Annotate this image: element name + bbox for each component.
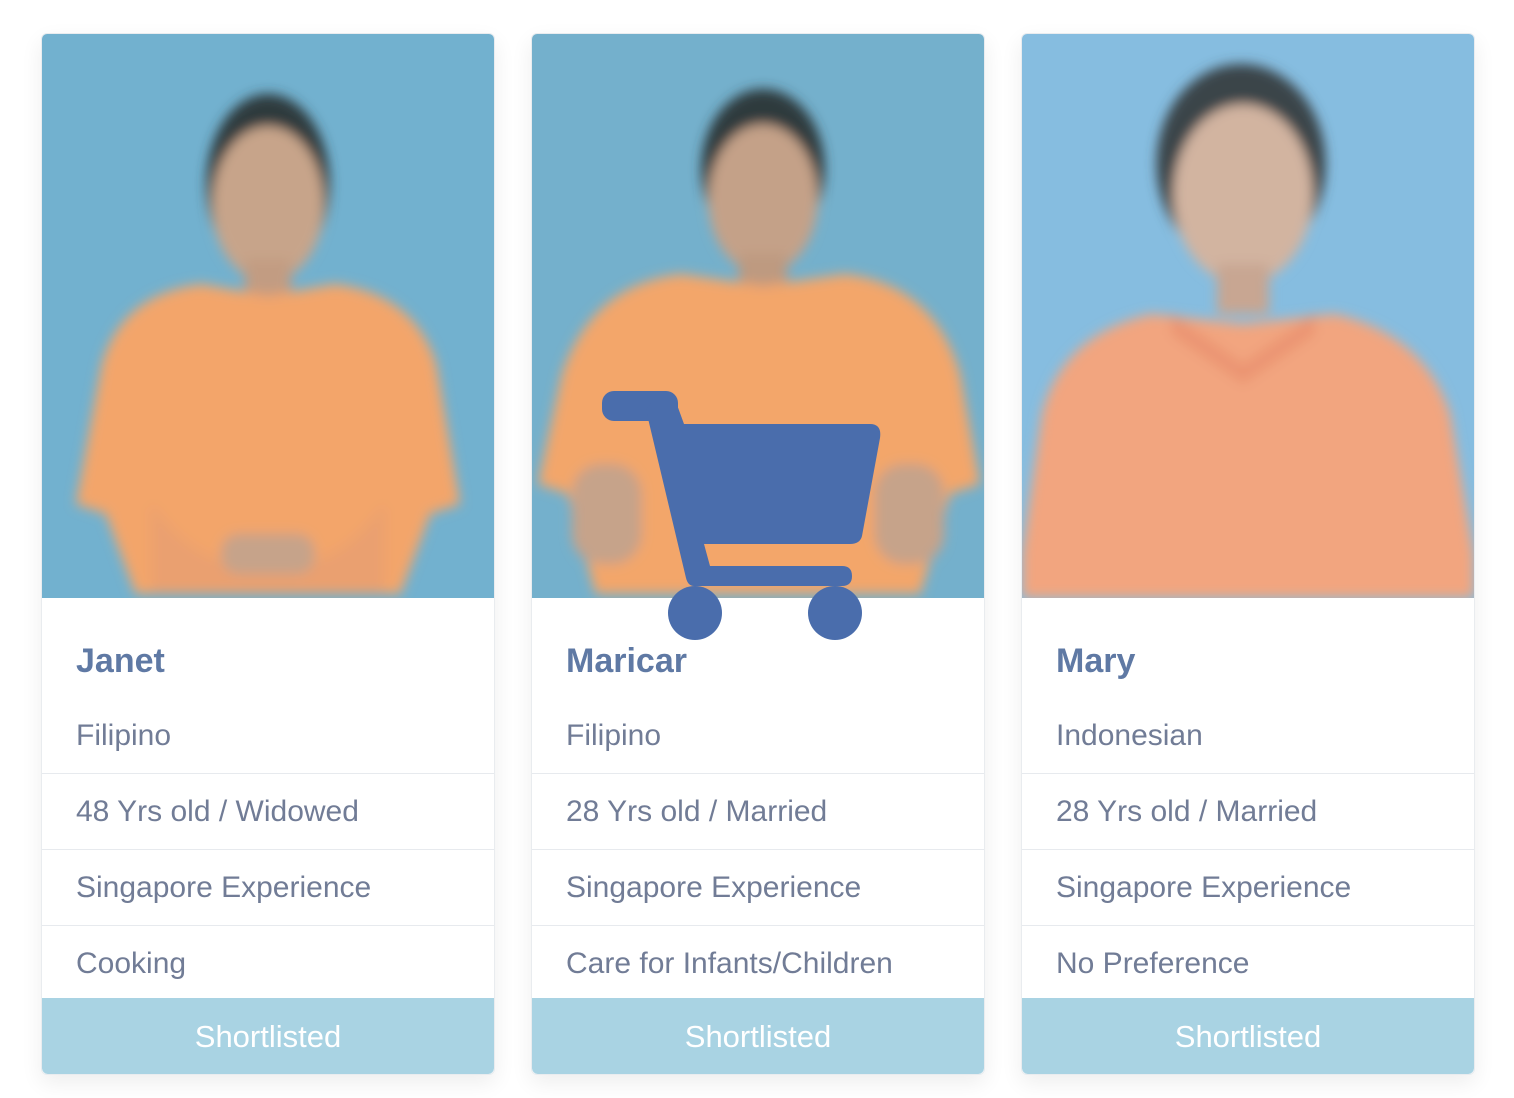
candidate-nationality: Filipino [42, 721, 494, 774]
candidate-age-status: 28 Yrs old / Married [1022, 774, 1474, 850]
candidate-nationality: Indonesian [1022, 721, 1474, 774]
candidate-name: Mary [1056, 642, 1136, 680]
candidate-photo [42, 34, 494, 598]
shortlist-page: Janet Filipino 48 Yrs old / Widowed Sing… [0, 0, 1514, 1098]
shopping-cart-icon [600, 388, 890, 644]
candidate-card-mary[interactable]: Mary Indonesian 28 Yrs old / Married Sin… [1021, 33, 1475, 1075]
candidate-age-status: 28 Yrs old / Married [532, 774, 984, 850]
candidate-name: Janet [76, 642, 165, 680]
candidate-age-status: 48 Yrs old / Widowed [42, 774, 494, 850]
candidate-experience: Singapore Experience [42, 850, 494, 926]
candidate-skill: No Preference [1056, 947, 1250, 980]
candidate-skill: Cooking [76, 947, 187, 980]
candidate-card-janet[interactable]: Janet Filipino 48 Yrs old / Widowed Sing… [41, 33, 495, 1075]
shortlisted-button[interactable]: Shortlisted [42, 998, 494, 1074]
candidate-photo [1022, 34, 1474, 598]
candidate-experience: Singapore Experience [1022, 850, 1474, 926]
candidate-skill: Care for Infants/Children [566, 947, 893, 980]
candidate-nationality: Filipino [532, 721, 984, 774]
shortlisted-button[interactable]: Shortlisted [532, 998, 984, 1074]
candidate-experience: Singapore Experience [532, 850, 984, 926]
shortlisted-button[interactable]: Shortlisted [1022, 998, 1474, 1074]
